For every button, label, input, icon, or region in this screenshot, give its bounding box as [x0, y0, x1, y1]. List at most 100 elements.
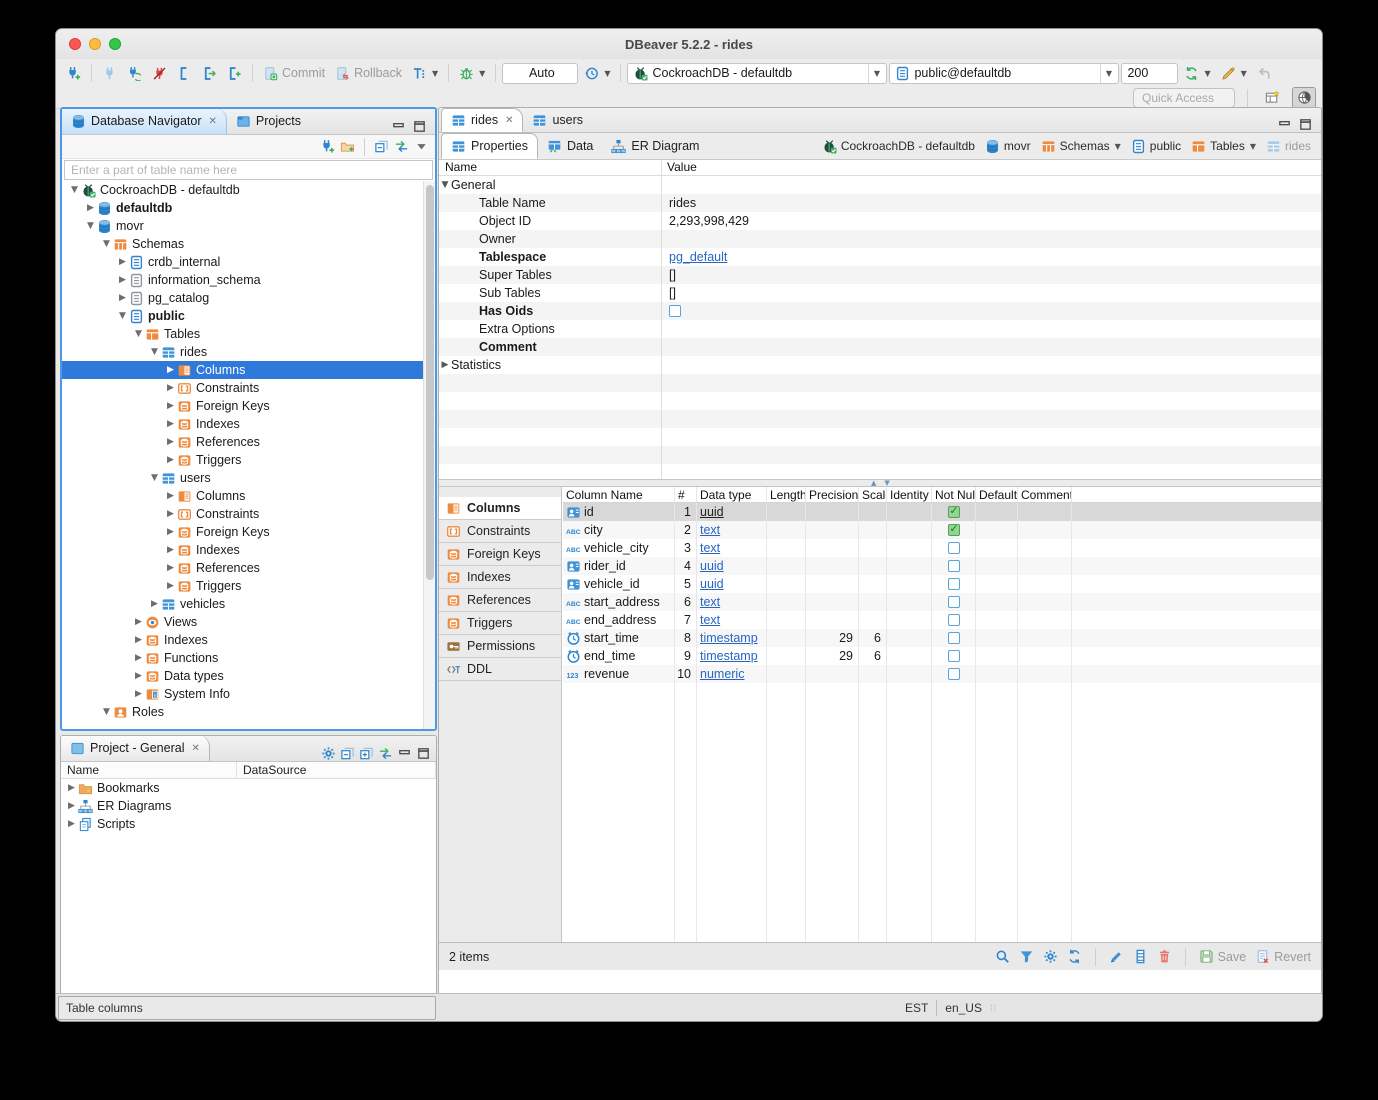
tree-item-functions[interactable]: ▶Functions: [62, 649, 435, 667]
collapsed-arrow-icon[interactable]: ▶: [164, 365, 177, 375]
tree-item-indexes[interactable]: ▶Indexes: [62, 541, 435, 559]
expanded-arrow-icon[interactable]: ▼: [68, 185, 81, 195]
sql-editor-button[interactable]: [173, 61, 196, 85]
debug-button[interactable]: ▼: [455, 61, 489, 85]
tree-item-references[interactable]: ▶References: [62, 433, 435, 451]
has-oids-checkbox[interactable]: [669, 305, 681, 317]
transaction-log-button[interactable]: ▼: [408, 61, 442, 85]
collapsed-arrow-icon[interactable]: ▶: [132, 617, 145, 627]
tree-item-indexes[interactable]: ▶Indexes: [62, 631, 435, 649]
collapsed-arrow-icon[interactable]: ▶: [164, 563, 177, 573]
not-null-checkbox[interactable]: [948, 578, 960, 590]
expanded-arrow-icon[interactable]: ▼: [84, 221, 97, 231]
property-row-table-name[interactable]: Table Namerides: [439, 194, 1321, 212]
tree-item-public[interactable]: ▼public: [62, 307, 435, 325]
collapsed-arrow-icon[interactable]: ▶: [164, 455, 177, 465]
navigator-scrollbar[interactable]: [423, 181, 435, 729]
column-row-end-time[interactable]: end_time9timestamp296: [563, 647, 1321, 665]
rollback-button[interactable]: Rollback: [331, 61, 406, 85]
open-perspective-button[interactable]: [1260, 87, 1284, 109]
tree-item-users[interactable]: ▼users: [62, 469, 435, 487]
tree-item-foreign-keys[interactable]: ▶Foreign Keys: [62, 523, 435, 541]
column-row-id[interactable]: id1uuid: [563, 503, 1321, 521]
refresh-button[interactable]: ▼: [1180, 61, 1214, 85]
tree-item-views[interactable]: ▶Views: [62, 613, 435, 631]
breadcrumb-cockroachdb-defaultdb[interactable]: CockroachDB - defaultdb: [822, 139, 975, 154]
column-row-vehicle-city[interactable]: ABCvehicle_city3text: [563, 539, 1321, 557]
subtab-er-diagram[interactable]: ER Diagram: [602, 133, 708, 159]
collapsed-arrow-icon[interactable]: ▶: [148, 599, 161, 609]
column-header-[interactable]: #: [675, 487, 697, 502]
tree-item-foreign-keys[interactable]: ▶Foreign Keys: [62, 397, 435, 415]
breadcrumb-schemas[interactable]: Schemas▼: [1041, 139, 1121, 154]
gear-icon[interactable]: [321, 746, 336, 761]
collapsed-arrow-icon[interactable]: ▶: [164, 509, 177, 519]
property-row-statistics[interactable]: ▶Statistics: [439, 356, 1321, 374]
tree-item-defaultdb[interactable]: ▶defaultdb: [62, 199, 435, 217]
dbeaver-perspective-button[interactable]: [1292, 87, 1316, 109]
column-header-precision[interactable]: Precision: [806, 487, 859, 502]
not-null-checkbox[interactable]: [948, 650, 960, 662]
horizontal-splitter[interactable]: ▲▼: [439, 480, 1321, 487]
collapsed-arrow-icon[interactable]: ▶: [164, 545, 177, 555]
subtab-data[interactable]: Data: [538, 133, 602, 159]
expanded-arrow-icon[interactable]: ▼: [100, 707, 113, 717]
filter-icon[interactable]: [1019, 949, 1034, 964]
tree-item-schemas[interactable]: ▼Schemas: [62, 235, 435, 253]
editor-tab-users[interactable]: users: [523, 108, 592, 132]
scrollbar-thumb[interactable]: [426, 185, 434, 580]
column-header-default[interactable]: Default: [976, 487, 1018, 502]
collapsed-arrow-icon[interactable]: ▶: [164, 401, 177, 411]
add-column-icon[interactable]: [1133, 949, 1148, 964]
not-null-checkbox[interactable]: [948, 668, 960, 680]
collapsed-arrow-icon[interactable]: ▶: [132, 689, 145, 699]
property-row-tablespace[interactable]: Tablespacepg_default: [439, 248, 1321, 266]
breadcrumb-rides[interactable]: rides: [1266, 139, 1311, 154]
tree-item-rides[interactable]: ▼rides: [62, 343, 435, 361]
editor-tab-rides[interactable]: rides✕: [441, 108, 523, 132]
tree-item-references[interactable]: ▶References: [62, 559, 435, 577]
collapsed-arrow-icon[interactable]: ▶: [65, 819, 78, 829]
data-type-link[interactable]: numeric: [700, 667, 744, 681]
tab-projects[interactable]: Projects: [227, 108, 310, 134]
splitter-up-icon[interactable]: ▲: [871, 479, 876, 487]
column-header-not-null[interactable]: Not Null: [932, 487, 976, 502]
data-type-link[interactable]: text: [700, 595, 720, 609]
detail-tab-columns[interactable]: Columns: [439, 497, 561, 520]
collapsed-arrow-icon[interactable]: ▶: [164, 383, 177, 393]
property-row-object-id[interactable]: Object ID2,293,998,429: [439, 212, 1321, 230]
property-row-comment[interactable]: Comment: [439, 338, 1321, 356]
expand-all-icon[interactable]: [359, 746, 374, 761]
table-filter-input[interactable]: [64, 160, 433, 180]
tree-item-triggers[interactable]: ▶Triggers: [62, 451, 435, 469]
open-sql-editor-button[interactable]: [198, 61, 221, 85]
tree-item-crdb-internal[interactable]: ▶crdb_internal: [62, 253, 435, 271]
tablespace-link[interactable]: pg_default: [669, 250, 727, 264]
tree-item-columns[interactable]: ▶Columns: [62, 487, 435, 505]
new-folder-icon[interactable]: [340, 139, 355, 154]
collapsed-arrow-icon[interactable]: ▶: [439, 360, 451, 370]
tree-item-tables[interactable]: ▼Tables: [62, 325, 435, 343]
detail-tab-indexes[interactable]: Indexes: [439, 566, 561, 589]
property-row-super-tables[interactable]: Super Tables[]: [439, 266, 1321, 284]
breadcrumb-public[interactable]: public: [1131, 139, 1181, 154]
connect-button[interactable]: [98, 61, 121, 85]
detail-tab-foreign-keys[interactable]: Foreign Keys: [439, 543, 561, 566]
data-type-link[interactable]: uuid: [700, 559, 724, 573]
close-icon[interactable]: ✕: [191, 743, 199, 754]
collapsed-arrow-icon[interactable]: ▶: [164, 581, 177, 591]
expanded-arrow-icon[interactable]: ▼: [100, 239, 113, 249]
commit-button[interactable]: Commit: [259, 61, 329, 85]
maximize-view-icon[interactable]: [412, 119, 427, 134]
back-button[interactable]: [1253, 61, 1276, 85]
schema-combo[interactable]: public@defaultdb ▼: [889, 63, 1119, 84]
collapsed-arrow-icon[interactable]: ▶: [164, 491, 177, 501]
minimize-view-icon[interactable]: [397, 746, 412, 761]
column-row-revenue[interactable]: 123revenue10numeric: [563, 665, 1321, 683]
collapsed-arrow-icon[interactable]: ▶: [65, 801, 78, 811]
transaction-history-button[interactable]: ▼: [580, 61, 614, 85]
collapsed-arrow-icon[interactable]: ▶: [84, 203, 97, 213]
collapsed-arrow-icon[interactable]: ▶: [132, 635, 145, 645]
data-type-link[interactable]: uuid: [700, 577, 724, 591]
detail-tab-triggers[interactable]: Triggers: [439, 612, 561, 635]
